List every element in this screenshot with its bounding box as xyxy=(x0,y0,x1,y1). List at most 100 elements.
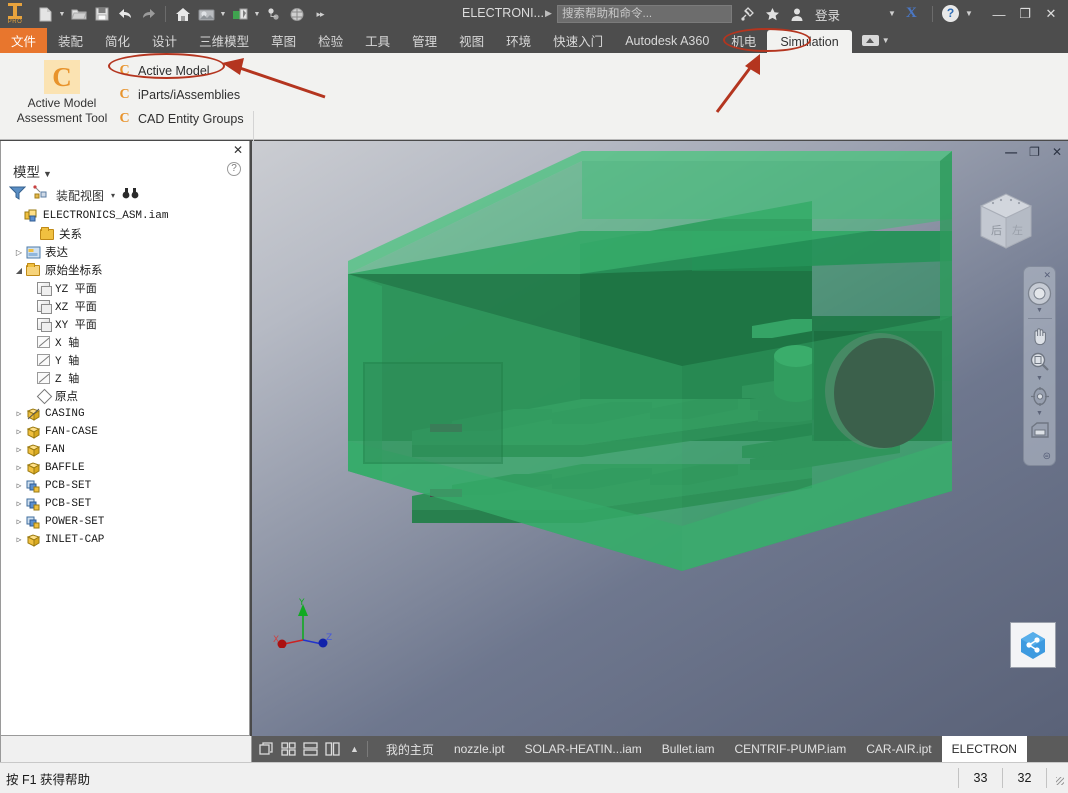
zoom-magnifier-icon[interactable] xyxy=(1027,349,1053,373)
steering-wheel-icon[interactable] xyxy=(1027,281,1053,305)
doc-tab-nozzle[interactable]: nozzle.ipt xyxy=(444,736,515,762)
doc-tab-home[interactable]: 我的主页 xyxy=(376,736,444,762)
assembly-view-label[interactable]: 装配视图 xyxy=(56,187,104,204)
tree-node-inlet-cap[interactable]: ▷ INLET-CAP xyxy=(1,531,249,549)
doc-tab-bullet[interactable]: Bullet.iam xyxy=(652,736,725,762)
tree-node-assembly[interactable]: ELECTRONICS_ASM.iam xyxy=(1,207,249,225)
tree-node-z-axis[interactable]: Z 轴 xyxy=(1,369,249,387)
tree-expander[interactable]: ▷ xyxy=(13,248,25,257)
pan-hand-icon[interactable] xyxy=(1027,323,1053,347)
resize-grip[interactable] xyxy=(1046,768,1068,788)
orbit-icon[interactable] xyxy=(1027,384,1053,408)
filter-icon[interactable] xyxy=(9,185,26,205)
orbit-dropdown-icon[interactable]: ▼ xyxy=(1036,410,1043,417)
navbar-options-icon[interactable]: ⊜ xyxy=(1043,453,1051,461)
browser-title[interactable]: 模型▼ xyxy=(13,161,52,181)
minimize-button[interactable]: — xyxy=(986,0,1012,28)
navbar-close-icon[interactable]: ✕ xyxy=(1043,271,1051,279)
chevron-down-icon[interactable]: ▾ xyxy=(111,191,115,200)
tab-sketch[interactable]: 草图 xyxy=(260,28,307,53)
tree-expander[interactable]: ▷ xyxy=(13,445,25,455)
tab-electromechanical[interactable]: 机电 xyxy=(720,28,767,53)
view-cube[interactable]: 后 左 xyxy=(971,186,1041,258)
help-dropdown-icon[interactable]: ▼ xyxy=(965,9,973,18)
model-tree[interactable]: ELECTRONICS_ASM.iam 关系 ▷ 表达 ◢ 原始坐标系 xyxy=(1,207,249,735)
account-dropdown-icon[interactable]: ▼ xyxy=(888,9,896,18)
tab-inspect[interactable]: 检验 xyxy=(307,28,354,53)
tree-node-y-axis[interactable]: Y 轴 xyxy=(1,351,249,369)
tree-node-yz-plane[interactable]: YZ 平面 xyxy=(1,279,249,297)
search-input[interactable]: 搜索帮助和命令... xyxy=(557,5,732,23)
redo-icon[interactable] xyxy=(137,3,159,25)
tab-get-started[interactable]: 快速入门 xyxy=(542,28,614,53)
browser-close-icon[interactable]: ✕ xyxy=(233,143,243,157)
more-commands-icon[interactable]: ▸▸ xyxy=(309,3,331,25)
appearance-dropdown-icon[interactable]: ▼ xyxy=(218,3,228,25)
tree-expander[interactable]: ▷ xyxy=(13,517,25,527)
tree-node-pcb-set-2[interactable]: ▷ PCB-SET xyxy=(1,495,249,513)
tree-expander[interactable]: ▷ xyxy=(13,499,25,509)
ribbon-display-options[interactable]: ▼ xyxy=(862,28,890,53)
tree-expander[interactable]: ▷ xyxy=(13,481,25,491)
tree-node-xy-plane[interactable]: XY 平面 xyxy=(1,315,249,333)
zoom-dropdown-icon[interactable]: ▼ xyxy=(1036,375,1043,382)
tab-design[interactable]: 设计 xyxy=(141,28,188,53)
horizontal-split-icon[interactable] xyxy=(303,742,318,756)
tree-expander[interactable]: ▷ xyxy=(13,409,25,419)
iparts-iassemblies-button[interactable]: C iParts/iAssemblies xyxy=(113,83,248,107)
exchange-apps-icon[interactable]: X xyxy=(906,5,917,22)
home-icon[interactable] xyxy=(172,3,194,25)
signin-label[interactable]: 登录 xyxy=(815,5,840,24)
tree-node-origin-folder[interactable]: ◢ 原始坐标系 xyxy=(1,261,249,279)
tree-expander[interactable]: ◢ xyxy=(13,266,25,275)
appearance-icon[interactable] xyxy=(195,3,217,25)
tree-node-fan-case[interactable]: ▷ FAN-CASE xyxy=(1,423,249,441)
navigation-bar[interactable]: ✕ ▼ ▼ ▼ ⊜ xyxy=(1023,266,1056,466)
doc-tab-solar-heating[interactable]: SOLAR-HEATIN...iam xyxy=(515,736,652,762)
material-dropdown-icon[interactable]: ▼ xyxy=(252,3,262,25)
tab-simulation[interactable]: Simulation xyxy=(767,30,851,53)
tab-simplify[interactable]: 简化 xyxy=(94,28,141,53)
tree-expander[interactable]: ▷ xyxy=(13,535,25,545)
tree-node-relationships[interactable]: 关系 xyxy=(1,225,249,243)
tree-expander[interactable]: ▷ xyxy=(13,427,25,437)
tree-node-representations[interactable]: ▷ 表达 xyxy=(1,243,249,261)
tree-node-power-set[interactable]: ▷ POWER-SET xyxy=(1,513,249,531)
tree-node-xz-plane[interactable]: XZ 平面 xyxy=(1,297,249,315)
tree-node-x-axis[interactable]: X 轴 xyxy=(1,333,249,351)
tree-node-casing[interactable]: ▷ CASING xyxy=(1,405,249,423)
tab-scroll-up-icon[interactable]: ▲ xyxy=(350,744,359,754)
tree-node-fan[interactable]: ▷ FAN xyxy=(1,441,249,459)
grid-icon[interactable] xyxy=(281,742,296,756)
doc-tab-centrif-pump[interactable]: CENTRIF-PUMP.iam xyxy=(724,736,856,762)
doc-tab-electronics[interactable]: ELECTRON xyxy=(942,736,1027,762)
viewport-close-button[interactable]: ✕ xyxy=(1052,145,1062,159)
parameters-icon[interactable] xyxy=(263,3,285,25)
doc-tab-car-air[interactable]: CAR-AIR.ipt xyxy=(856,736,941,762)
tab-environments[interactable]: 环境 xyxy=(495,28,542,53)
new-file-icon[interactable] xyxy=(34,3,56,25)
tab-3d-model[interactable]: 三维模型 xyxy=(188,28,260,53)
tab-view[interactable]: 视图 xyxy=(448,28,495,53)
tab-autodesk-a360[interactable]: Autodesk A360 xyxy=(614,28,720,53)
tree-expander[interactable]: ▷ xyxy=(13,463,25,473)
material-icon[interactable] xyxy=(229,3,251,25)
tab-file[interactable]: 文件 xyxy=(0,28,47,53)
assembly-view-icon[interactable] xyxy=(33,185,49,205)
search-expand-icon[interactable]: ▶ xyxy=(545,8,552,19)
a360-share-icon[interactable] xyxy=(1010,622,1056,668)
look-at-icon[interactable] xyxy=(1027,419,1053,443)
tile-icon[interactable] xyxy=(259,742,274,756)
satellite-icon[interactable] xyxy=(738,4,756,24)
cad-model-3d[interactable] xyxy=(252,141,1068,736)
star-icon[interactable] xyxy=(763,4,781,24)
graphics-viewport[interactable]: — ❐ ✕ xyxy=(252,141,1068,736)
tab-tools[interactable]: 工具 xyxy=(354,28,401,53)
steering-wheel-dropdown-icon[interactable]: ▼ xyxy=(1036,307,1043,314)
close-button[interactable]: ✕ xyxy=(1038,0,1064,28)
binoculars-icon[interactable] xyxy=(122,186,139,205)
undo-icon[interactable] xyxy=(114,3,136,25)
tab-manage[interactable]: 管理 xyxy=(401,28,448,53)
viewport-restore-button[interactable]: ❐ xyxy=(1029,145,1040,159)
tab-assemble[interactable]: 装配 xyxy=(47,28,94,53)
